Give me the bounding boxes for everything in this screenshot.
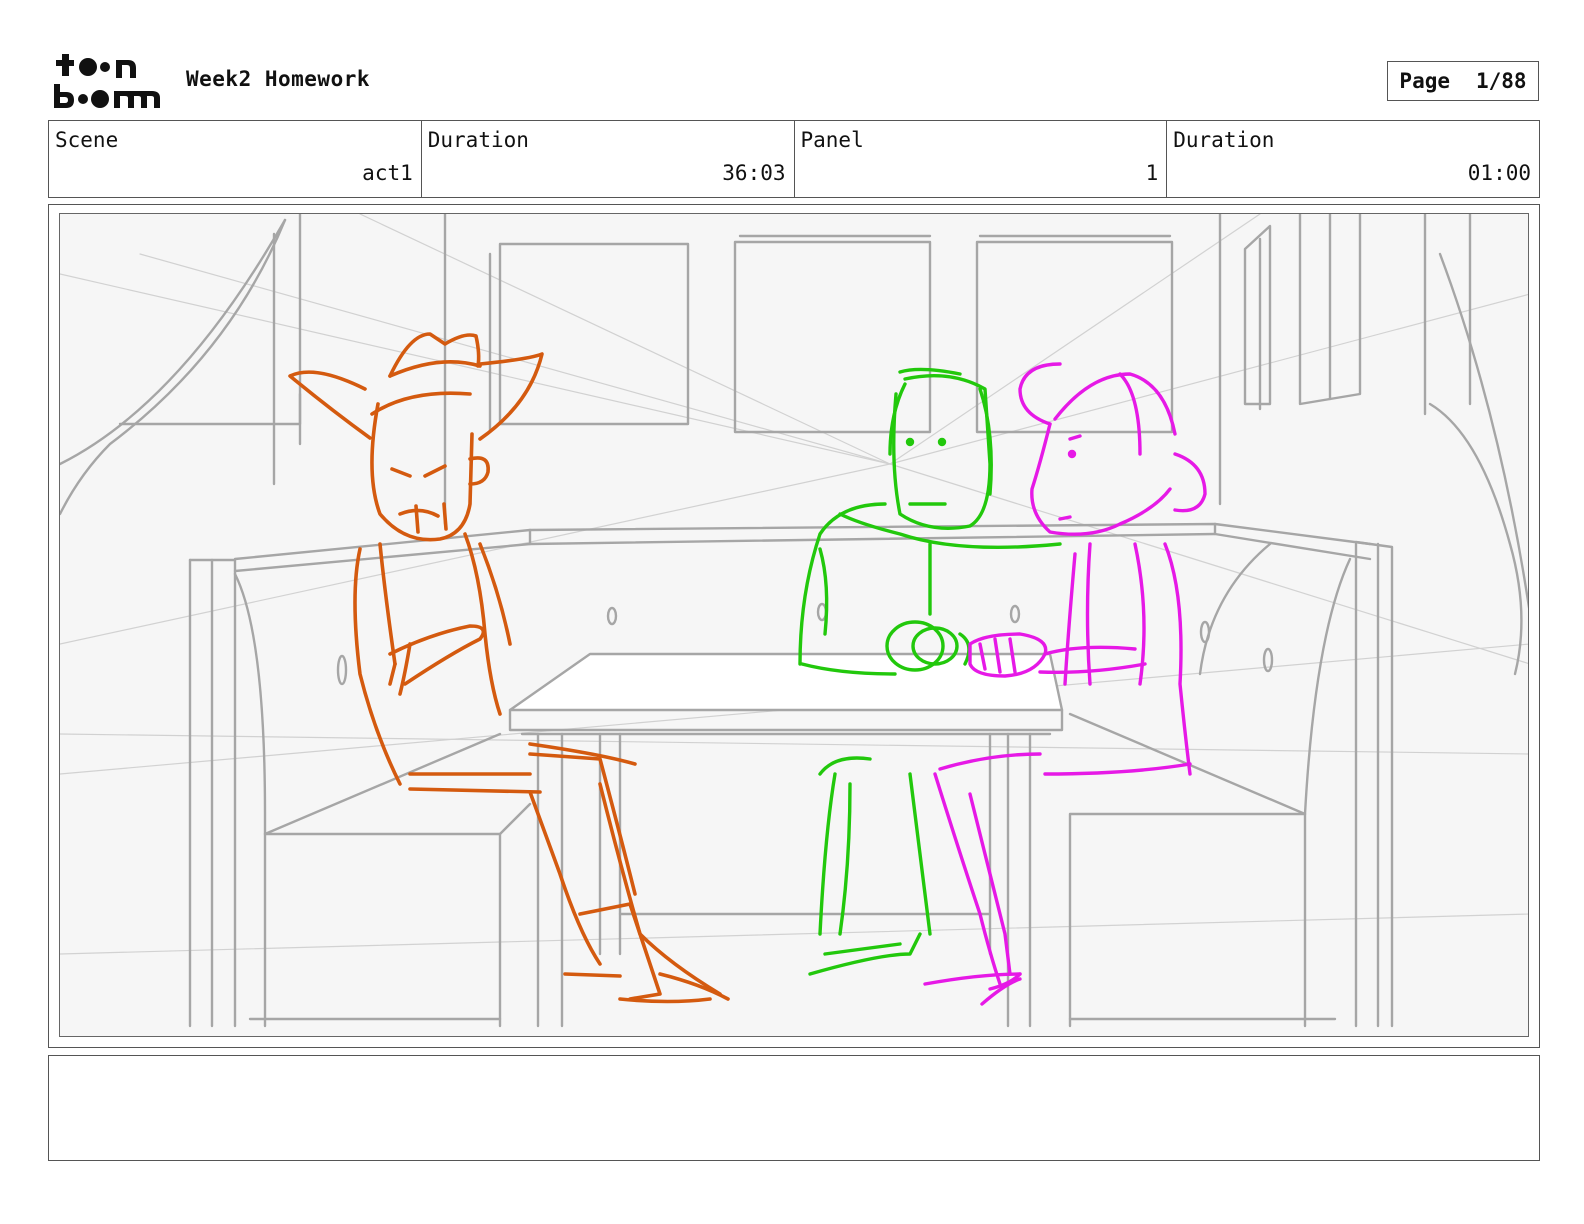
booth-scene-sketch <box>60 214 1528 1028</box>
page-indicator: Page 1/88 <box>1387 61 1539 101</box>
panel-notes[interactable] <box>48 1055 1540 1161</box>
panel-label: Panel <box>800 128 864 152</box>
panel-frame <box>48 204 1540 1048</box>
page-number: 1/88 <box>1476 69 1527 93</box>
page-label: Page <box>1399 69 1450 93</box>
project-title: Week2 Homework <box>186 67 371 91</box>
panel-value: 1 <box>1145 161 1159 185</box>
scene-duration-label: Duration <box>427 128 529 152</box>
panel-duration-label: Duration <box>1173 128 1275 152</box>
toon-boom-logo-icon <box>54 54 160 108</box>
panel-duration-cell: Duration 01:00 <box>1167 121 1539 197</box>
set-lines <box>60 214 1528 1028</box>
panel-duration-value: 01:00 <box>1467 161 1531 185</box>
scene-duration-cell: Duration 36:03 <box>422 121 795 197</box>
scene-cell: Scene act1 <box>49 121 422 197</box>
panel-drawing[interactable] <box>59 213 1529 1037</box>
scene-duration-value: 36:03 <box>722 161 786 185</box>
panel-info-row: Scene act1 Duration 36:03 Panel 1 Durati… <box>48 120 1540 198</box>
scene-value: act1 <box>362 161 413 185</box>
panel-cell: Panel 1 <box>795 121 1168 197</box>
scene-label: Scene <box>55 128 119 152</box>
